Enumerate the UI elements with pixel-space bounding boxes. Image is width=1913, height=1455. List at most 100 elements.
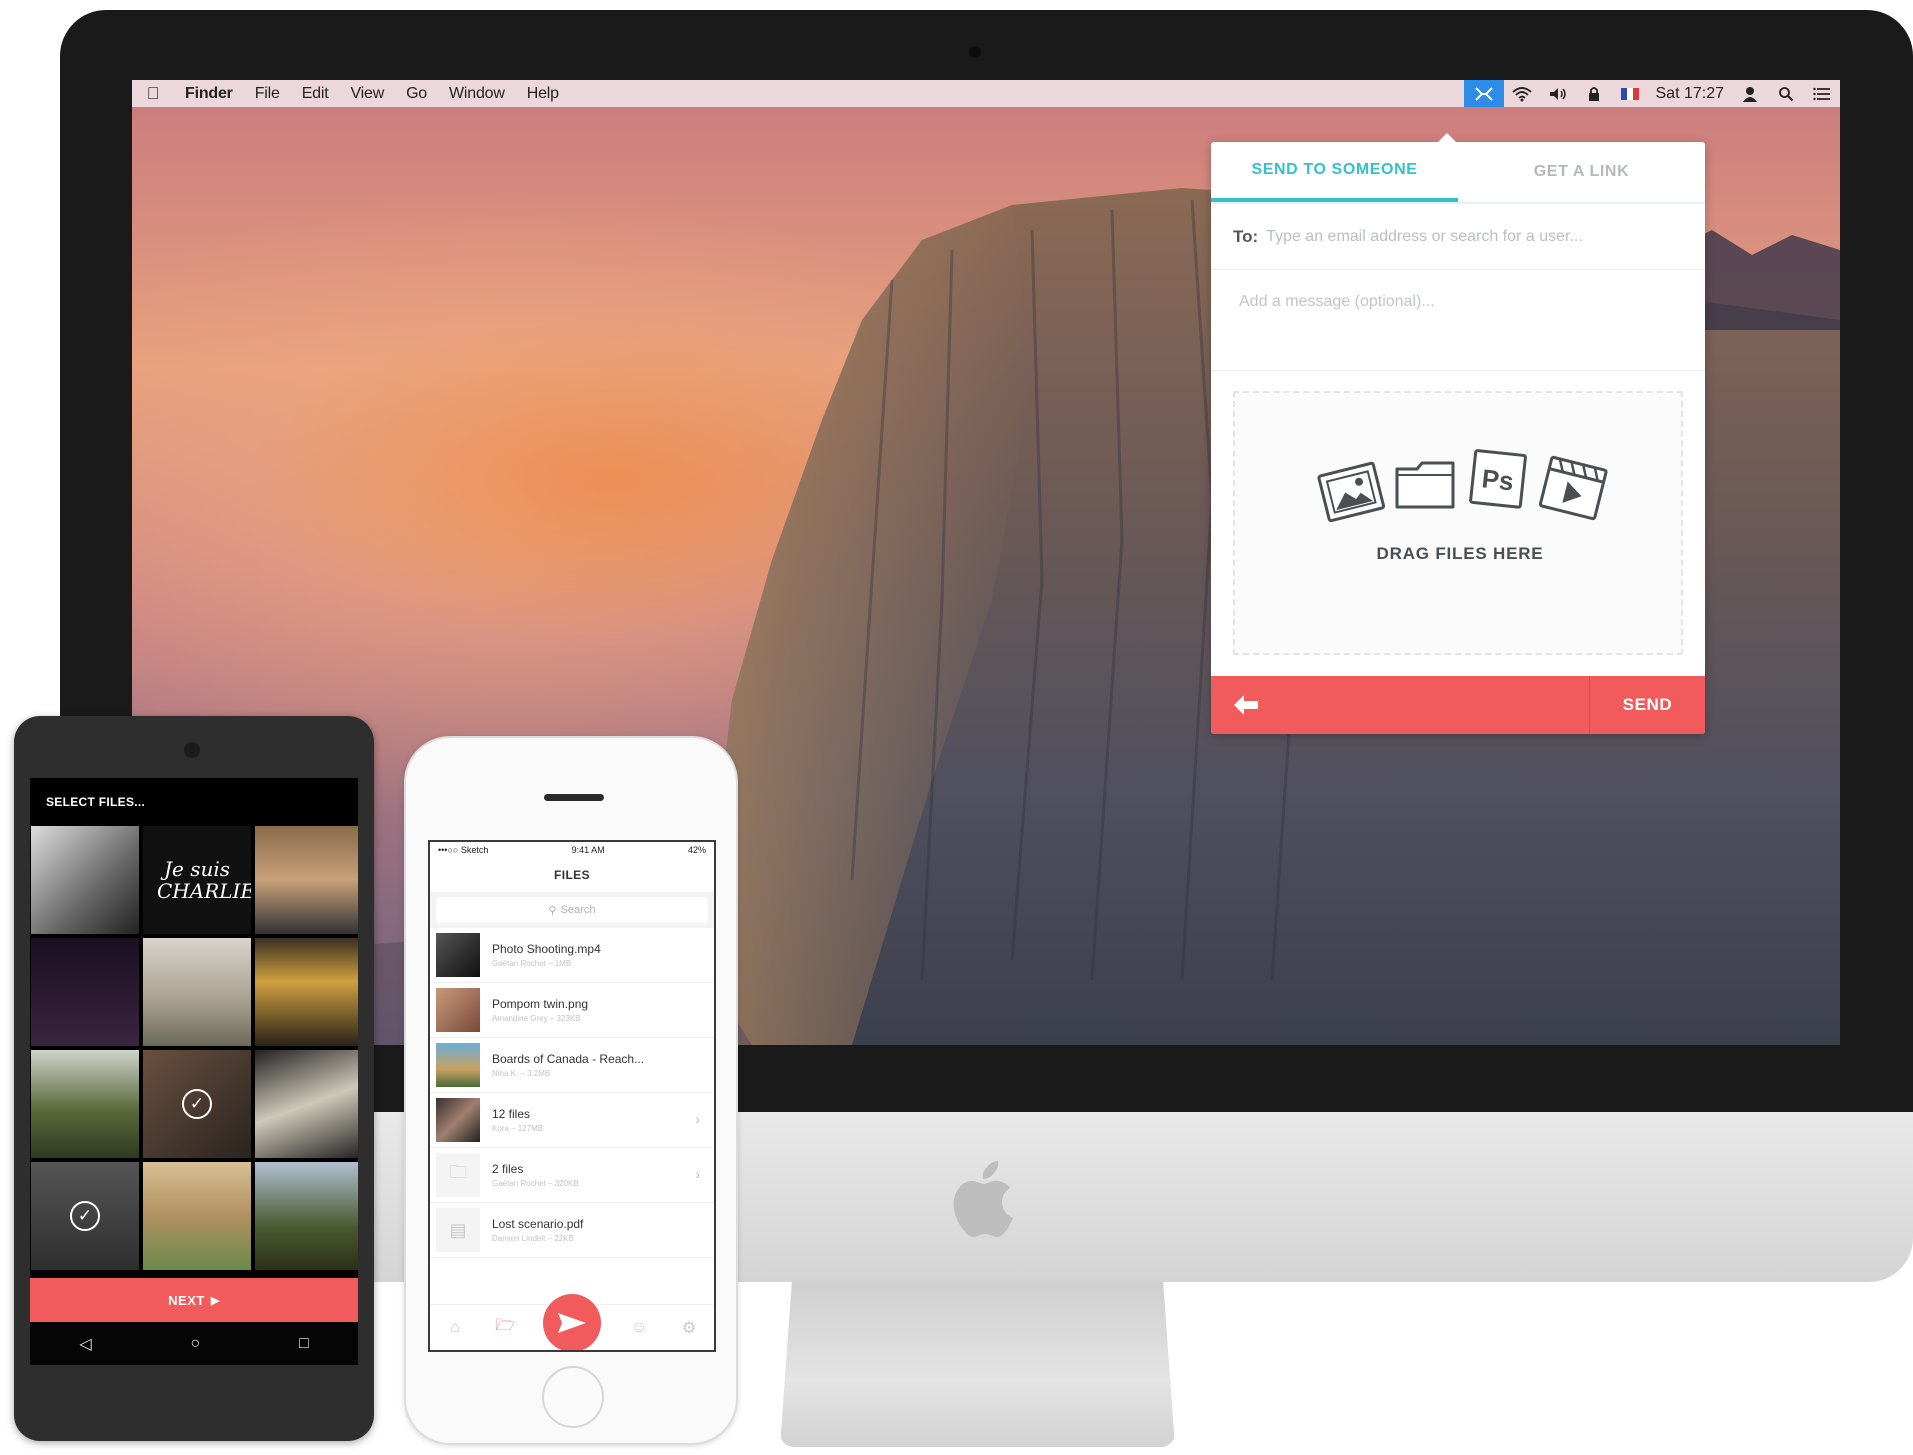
photo-tile[interactable] [31, 1050, 139, 1158]
back-triangle-icon[interactable]: ◁ [79, 1334, 91, 1354]
profile-icon[interactable]: ☺ [627, 1316, 651, 1340]
home-circle-icon[interactable]: ○ [190, 1335, 200, 1353]
arrow-left-icon [1234, 695, 1258, 715]
ios-page-title: FILES [553, 868, 590, 882]
file-row[interactable]: 🗀 2 files Gaëtan Rochet – 320KB › [430, 1148, 714, 1203]
iphone-speaker [544, 794, 604, 801]
file-row[interactable]: ▤ Lost scenario.pdf Damien Lindeit – 22KB [430, 1203, 714, 1258]
ios-tab-bar: ⌂ 🗁 ☺ ⚙ [430, 1293, 714, 1350]
play-arrow-icon: ▶ [210, 1294, 220, 1307]
video-icon [1538, 455, 1608, 521]
file-meta: Gaëtan Rochet – 1MB [492, 959, 572, 968]
menu-help[interactable]: Help [516, 85, 570, 103]
photo-tile[interactable] [143, 938, 251, 1046]
chevron-right-icon: › [695, 1111, 700, 1127]
chevron-right-icon: › [695, 1166, 700, 1182]
popover-footer: SEND [1211, 676, 1705, 734]
tab-send-to-someone[interactable]: SEND TO SOMEONE [1211, 142, 1458, 202]
photo-tile[interactable] [255, 1162, 358, 1270]
file-row[interactable]: Photo Shooting.mp4 Gaëtan Rochet – 1MB [430, 928, 714, 983]
message-input[interactable] [1239, 293, 1679, 353]
file-row[interactable]: 12 files Kora – 127MB › [430, 1093, 714, 1148]
menu-file[interactable]: File [244, 85, 291, 103]
photo-grid: Je suis CHARLIE ✓ ✓ [30, 826, 358, 1270]
user-icon[interactable] [1732, 80, 1768, 107]
checkmark-icon: ✓ [182, 1089, 212, 1119]
ios-carrier: •••○○ Sketch [438, 845, 489, 855]
message-row [1211, 271, 1705, 371]
to-label: To: [1233, 226, 1259, 246]
drop-icons-group: Ps [1317, 449, 1608, 523]
menu-view[interactable]: View [339, 85, 395, 103]
photo-overlay-text: Je suis CHARLIE [157, 857, 251, 903]
send-button[interactable]: SEND [1589, 676, 1705, 734]
mac-menubar:  Finder File Edit View Go Window Help [132, 80, 1840, 107]
folder-icon [1395, 461, 1455, 509]
ios-status-bar: •••○○ Sketch 9:41 AM 42% [430, 842, 714, 858]
android-camera [184, 742, 200, 758]
next-label: NEXT [168, 1292, 205, 1308]
file-name: Photo Shooting.mp4 [492, 942, 601, 956]
file-name: Lost scenario.pdf [492, 1217, 584, 1231]
recents-square-icon[interactable]: □ [299, 1335, 309, 1353]
file-name: 12 files [492, 1107, 531, 1121]
photo-tile-selected[interactable]: ✓ [143, 1050, 251, 1158]
photo-tile[interactable] [31, 938, 139, 1046]
file-meta: Nina K. – 3.2MB [492, 1069, 551, 1078]
notification-list-icon[interactable] [1804, 80, 1840, 107]
photo-tile[interactable] [255, 826, 358, 934]
file-dropzone[interactable]: Ps DRAG FILES HERE [1233, 391, 1683, 655]
checkmark-icon: ✓ [70, 1201, 100, 1231]
file-name: Pompom twin.png [492, 997, 589, 1011]
home-icon[interactable]: ⌂ [443, 1316, 467, 1340]
lock-icon[interactable] [1576, 80, 1612, 107]
photo-tile[interactable] [31, 826, 139, 934]
android-nav-bar: ◁ ○ □ [30, 1322, 358, 1365]
menubar-status-area: Sat 17:27 [1463, 80, 1841, 107]
file-name: 2 files [492, 1162, 524, 1176]
next-button[interactable]: NEXT ▶ [30, 1278, 358, 1322]
drop-label: DRAG FILES HERE [1376, 544, 1544, 563]
menu-edit[interactable]: Edit [291, 85, 340, 103]
image-icon [1317, 461, 1386, 523]
app-status-icon[interactable] [1463, 80, 1504, 107]
menu-app-finder[interactable]: Finder [174, 85, 244, 103]
iphone-screen: •••○○ Sketch 9:41 AM 42% FILES ⚲ Search … [428, 840, 716, 1352]
product-showcase:  Finder File Edit View Go Window Help [0, 0, 1913, 1455]
file-thumbnail [436, 988, 480, 1032]
folder-icon[interactable]: 🗁 [493, 1316, 517, 1340]
file-row[interactable]: Boards of Canada - Reach... Nina K. – 3.2… [430, 1038, 714, 1093]
photo-tile[interactable]: Je suis CHARLIE [143, 826, 251, 934]
ios-time: 9:41 AM [571, 845, 605, 855]
photo-tile-selected[interactable]: ✓ [31, 1162, 139, 1270]
recipient-input[interactable] [1266, 227, 1667, 246]
menu-window[interactable]: Window [438, 85, 516, 103]
file-meta: Amandine Grey – 323KB [492, 1014, 581, 1023]
search-icon: ⚲ [548, 904, 557, 917]
ios-search-input[interactable]: ⚲ Search [436, 897, 708, 923]
photo-tile[interactable] [255, 938, 358, 1046]
imac-camera [969, 46, 981, 58]
iphone-home-button[interactable] [542, 1366, 604, 1428]
settings-icon[interactable]: ⚙ [677, 1316, 701, 1340]
photo-tile[interactable] [143, 1162, 251, 1270]
spotlight-icon[interactable] [1768, 80, 1804, 107]
apple-menu-icon[interactable]:  [132, 84, 174, 104]
ios-search-bar: ⚲ Search [430, 892, 714, 928]
popover-tabs: SEND TO SOMEONE GET A LINK [1211, 142, 1705, 204]
send-fab-button[interactable] [543, 1293, 601, 1350]
wifi-icon[interactable] [1504, 80, 1540, 107]
document-thumbnail-icon: ▤ [436, 1208, 480, 1252]
desktop-screen:  Finder File Edit View Go Window Help [132, 80, 1840, 1045]
file-thumbnail [436, 1098, 480, 1142]
svg-text:Ps: Ps [1480, 463, 1515, 496]
photo-tile[interactable] [255, 1050, 358, 1158]
file-row[interactable]: Pompom twin.png Amandine Grey – 323KB [430, 983, 714, 1038]
volume-icon[interactable] [1540, 80, 1576, 107]
imac-stand [780, 1282, 1175, 1447]
flag-fr-icon[interactable] [1612, 80, 1648, 107]
menubar-clock[interactable]: Sat 17:27 [1648, 85, 1733, 103]
menu-go[interactable]: Go [395, 85, 438, 103]
tab-get-a-link[interactable]: GET A LINK [1458, 142, 1705, 202]
back-button[interactable] [1211, 676, 1589, 734]
